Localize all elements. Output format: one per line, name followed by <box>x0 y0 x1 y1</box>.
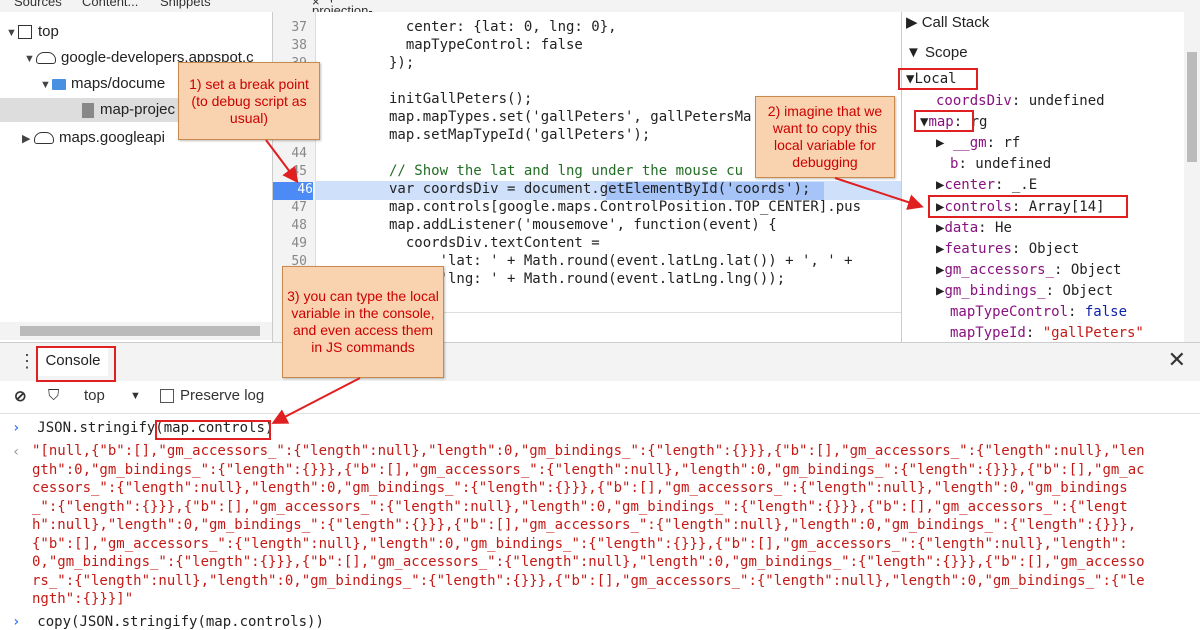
prompt-chevron-icon: › <box>12 614 21 630</box>
code-line: map.controls[google.maps.ControlPosition… <box>389 199 862 215</box>
console-input-line-2: › copy(JSON.stringify(map.controls)) <box>12 614 324 630</box>
scope-prop-maptypeid[interactable]: mapTypeId: "gallPeters" <box>950 323 1144 342</box>
expand-triangle-icon[interactable]: ▼ <box>24 47 36 71</box>
prompt-chevron-icon: › <box>12 420 21 436</box>
highlight-map <box>914 110 974 132</box>
tab-content-scripts[interactable]: Content... <box>82 0 138 9</box>
collapsed-triangle-icon: ▶ <box>936 135 953 151</box>
more-options-icon[interactable]: ⋮ <box>18 351 36 372</box>
return-arrow-icon: ‹ <box>12 444 21 460</box>
scope-header[interactable]: ▼ Scope <box>906 43 968 63</box>
console-filter-bar: ⊘ ⛉ top ▼ Preserve log <box>0 381 1200 414</box>
scope-prop-center[interactable]: ▶center: _.E <box>936 175 1037 195</box>
annotation-note-3: 3) you can type the local variable in th… <box>282 266 444 378</box>
highlight-console-tab <box>36 346 116 382</box>
scrollbar-thumb[interactable] <box>20 326 260 336</box>
collapsed-triangle-icon: ▶ <box>906 14 922 31</box>
collapsed-triangle-icon[interactable]: ▶ <box>22 127 34 151</box>
line-number[interactable]: 45 <box>273 164 307 179</box>
selected-expression: getElementById('coords'); <box>599 181 811 197</box>
cloud-icon <box>34 132 54 145</box>
line-number[interactable]: 49 <box>273 236 307 251</box>
expand-triangle-icon: ▼ <box>906 44 926 61</box>
scope-prop-b[interactable]: b: undefined <box>950 154 1051 174</box>
scope-prop-maptypecontrol[interactable]: mapTypeControl: false <box>950 302 1127 322</box>
line-number[interactable]: 44 <box>273 146 307 161</box>
code-line: mapTypeControl: false <box>389 37 583 53</box>
line-number[interactable]: 38 <box>273 38 307 53</box>
annotation-note-2: 2) imagine that we want to copy this loc… <box>755 96 895 178</box>
scope-prop-features[interactable]: ▶features: Object <box>936 239 1079 259</box>
code-comment: // Show the lat and lng under the mouse … <box>389 163 744 179</box>
expand-triangle-icon[interactable]: ▼ <box>40 73 52 97</box>
code-line: center: {lat: 0, lng: 0}, <box>389 19 617 35</box>
code-line: map.mapTypes.set('gallPeters', gallPeter… <box>389 109 752 125</box>
file-tab[interactable]: map-projection-simple × <box>312 0 373 12</box>
scope-scrollbar[interactable] <box>1184 12 1200 342</box>
tree-item-googleapis[interactable]: ▶ maps.googleapi <box>22 126 165 150</box>
filter-icon[interactable]: ⛉ <box>48 387 59 404</box>
scope-prop-data[interactable]: ▶data: He <box>936 218 1012 238</box>
scope-var-coordsdiv[interactable]: coordsDiv: undefined <box>936 91 1105 111</box>
tab-sources[interactable]: Sources <box>14 0 62 9</box>
clear-console-icon[interactable]: ⊘ <box>14 387 27 405</box>
code-line: 'lng: ' + Math.round(event.latLng.lng())… <box>389 271 786 287</box>
frame-icon <box>18 25 32 40</box>
cloud-icon <box>36 52 56 65</box>
scope-prop-gm-accessors[interactable]: ▶gm_accessors_: Object <box>936 260 1121 280</box>
scrollbar-thumb[interactable] <box>1187 52 1197 162</box>
line-number[interactable]: 48 <box>273 218 307 233</box>
scope-prop-gm[interactable]: ▶ __gm: rf <box>936 133 1020 153</box>
checkbox-icon[interactable] <box>160 389 174 404</box>
dropdown-caret-icon[interactable]: ▼ <box>130 390 141 402</box>
annotation-note-1: 1) set a break point (to debug script as… <box>178 62 320 140</box>
breakpoint-marker[interactable]: 46 <box>273 182 313 200</box>
expand-triangle-icon[interactable]: ▼ <box>6 21 18 45</box>
code-line: }); <box>389 55 415 71</box>
code-line: initGallPeters(); <box>389 91 533 107</box>
scope-prop-gm-bindings[interactable]: ▶gm_bindings_: Object <box>936 281 1113 301</box>
drawer-toolbar: ⋮ Console ✕ <box>0 342 1200 382</box>
scope-pane: ▶ Call Stack ▼ Scope ▼Local coordsDiv: u… <box>902 12 1200 342</box>
tree-item-top[interactable]: ▼ top <box>6 20 59 44</box>
preserve-log-checkbox[interactable]: Preserve log <box>160 387 264 404</box>
code-line-46: var coordsDiv = document.getElementById(… <box>389 181 811 197</box>
code-line: 'lat: ' + Math.round(event.latLng.lat())… <box>389 253 853 269</box>
highlight-controls <box>928 195 1128 218</box>
code-line: coordsDiv.textContent = <box>389 235 600 251</box>
call-stack-header[interactable]: ▶ Call Stack <box>906 13 989 33</box>
console-output[interactable]: › JSON.stringify(map.controls) ‹ "[null,… <box>0 414 1200 630</box>
code-line: map.setMapTypeId('gallPeters'); <box>389 127 651 143</box>
highlight-console-arg <box>155 420 271 440</box>
tab-snippets[interactable]: Snippets <box>160 0 211 9</box>
folder-icon <box>52 78 66 90</box>
close-drawer-icon[interactable]: ✕ <box>1168 347 1186 373</box>
tree-item-folder[interactable]: ▼ maps/docume <box>40 72 165 96</box>
context-selector[interactable]: top <box>84 387 105 404</box>
file-icon <box>82 102 94 118</box>
highlight-local <box>898 68 978 90</box>
line-number[interactable]: 37 <box>273 20 307 35</box>
line-number[interactable]: 47 <box>273 200 307 215</box>
console-result: "[null,{"b":[],"gm_accessors_":{"length"… <box>32 443 1145 607</box>
navigator-scrollbar[interactable] <box>0 322 272 340</box>
code-line: map.addListener('mousemove', function(ev… <box>389 217 777 233</box>
